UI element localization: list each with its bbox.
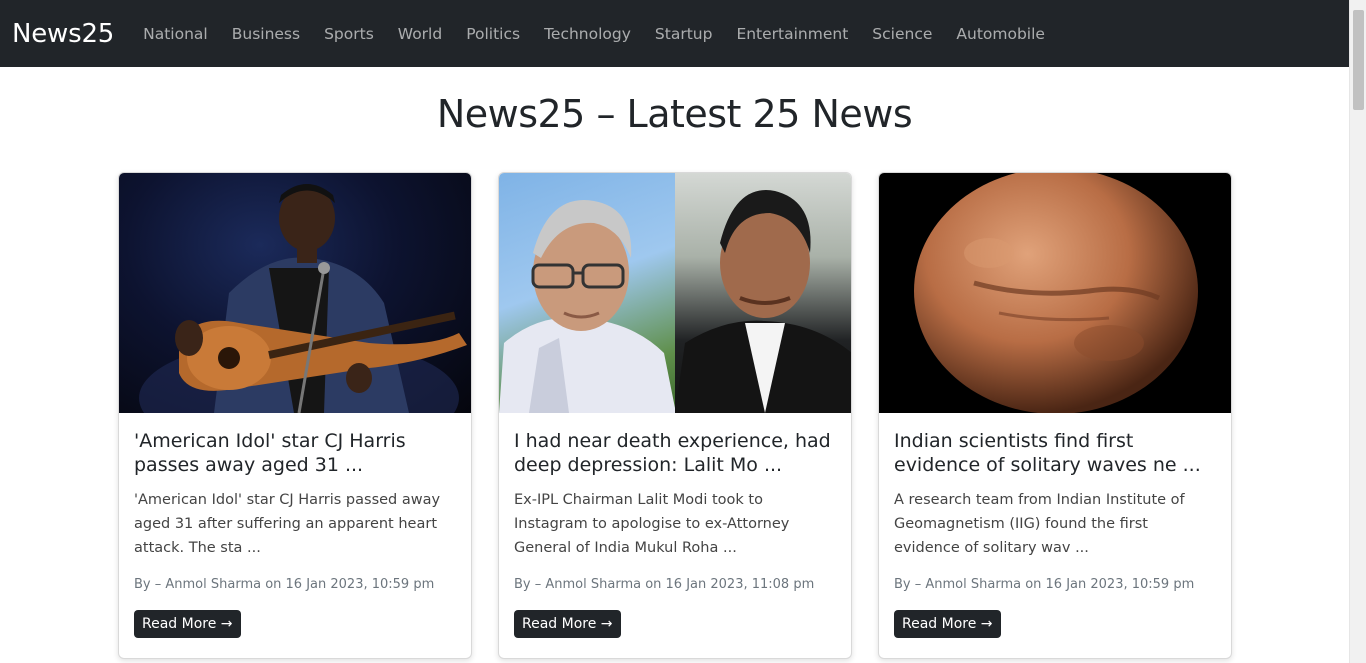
news-card-image (879, 173, 1231, 413)
news-card-description: 'American Idol' star CJ Harris passed aw… (134, 492, 441, 556)
news-card-meta: By – Anmol Sharma on 16 Jan 2023, 10:59 … (894, 577, 1195, 592)
read-more-button[interactable]: Read More → (894, 610, 1001, 638)
page-title: News25 – Latest 25 News (436, 92, 913, 136)
nav-item-startup[interactable]: Startup (655, 25, 713, 43)
read-more-button[interactable]: Read More → (514, 610, 621, 638)
news-card-meta: By – Anmol Sharma on 16 Jan 2023, 11:08 … (514, 577, 815, 592)
nav-item-national[interactable]: National (143, 25, 208, 43)
news-card-meta: By – Anmol Sharma on 16 Jan 2023, 10:59 … (134, 577, 435, 592)
brand-logo[interactable]: News25 (12, 19, 114, 49)
news-card: Indian scientists find first evidence of… (878, 172, 1232, 659)
nav-item-politics[interactable]: Politics (466, 25, 520, 43)
news-card-title[interactable]: Indian scientists find first evidence of… (894, 429, 1216, 479)
top-navbar: News25 National Business Sports World Po… (0, 0, 1349, 67)
scrollbar-thumb[interactable] (1353, 10, 1364, 110)
news-card: I had near death experience, had deep de… (498, 172, 852, 659)
nav-item-entertainment[interactable]: Entertainment (736, 25, 848, 43)
read-more-button[interactable]: Read More → (134, 610, 241, 638)
singer-with-guitar-image (139, 184, 467, 413)
news-card: 'American Idol' star CJ Harris passes aw… (118, 172, 472, 659)
nav-item-automobile[interactable]: Automobile (956, 25, 1045, 43)
portrait-right-image (675, 173, 851, 413)
portrait-left-image (499, 173, 676, 413)
page-scrollbar[interactable] (1349, 0, 1366, 663)
news-card-image (499, 173, 851, 413)
nav-item-science[interactable]: Science (872, 25, 932, 43)
nav-item-technology[interactable]: Technology (544, 25, 631, 43)
mars-planet-image (914, 173, 1198, 413)
news-card-image (119, 173, 471, 413)
nav-item-business[interactable]: Business (232, 25, 300, 43)
nav-item-world[interactable]: World (398, 25, 442, 43)
news-card-description: Ex-IPL Chairman Lalit Modi took to Insta… (514, 492, 790, 556)
news-card-title[interactable]: 'American Idol' star CJ Harris passes aw… (134, 429, 456, 479)
news-card-title[interactable]: I had near death experience, had deep de… (514, 429, 836, 479)
nav-item-sports[interactable]: Sports (324, 25, 374, 43)
news-card-description: A research team from Indian Institute of… (894, 492, 1185, 556)
